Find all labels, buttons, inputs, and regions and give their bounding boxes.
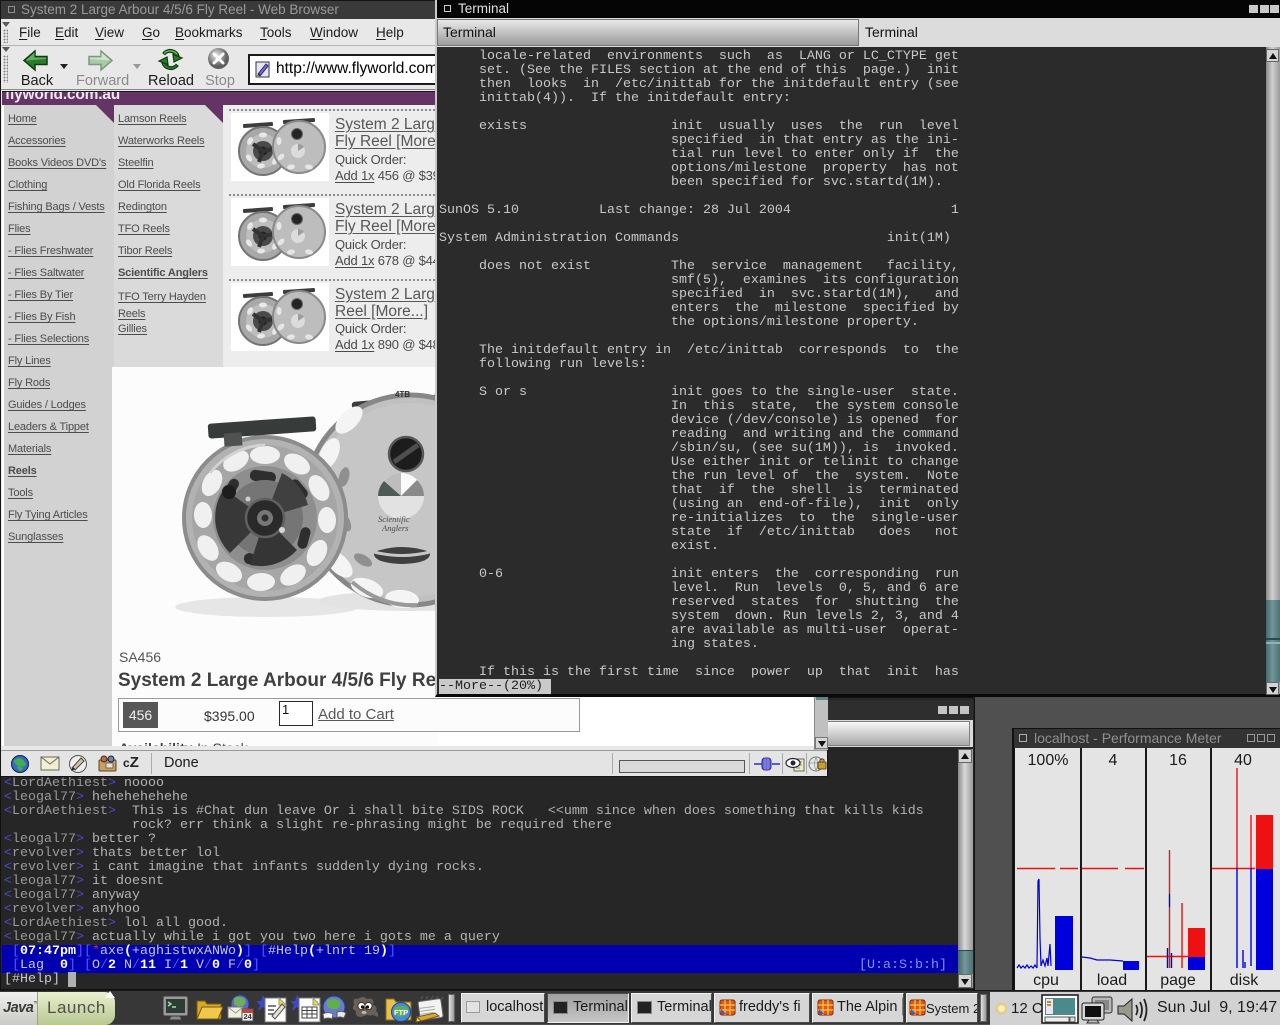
svg-text:24: 24: [244, 1012, 253, 1021]
svg-text:disk: disk: [1230, 972, 1259, 989]
svg-text:100%: 100%: [1028, 752, 1069, 769]
svg-text:load: load: [1097, 972, 1127, 989]
svg-text:cpu: cpu: [1033, 972, 1059, 989]
svg-text:16: 16: [1169, 752, 1187, 769]
svg-text:4: 4: [1109, 752, 1118, 769]
svg-text:Anglers: Anglers: [381, 523, 409, 533]
svg-text:40: 40: [1234, 752, 1252, 769]
svg-text:4TB: 4TB: [395, 390, 410, 399]
svg-text:FTP: FTP: [394, 1008, 408, 1017]
svg-text:page: page: [1160, 972, 1196, 989]
